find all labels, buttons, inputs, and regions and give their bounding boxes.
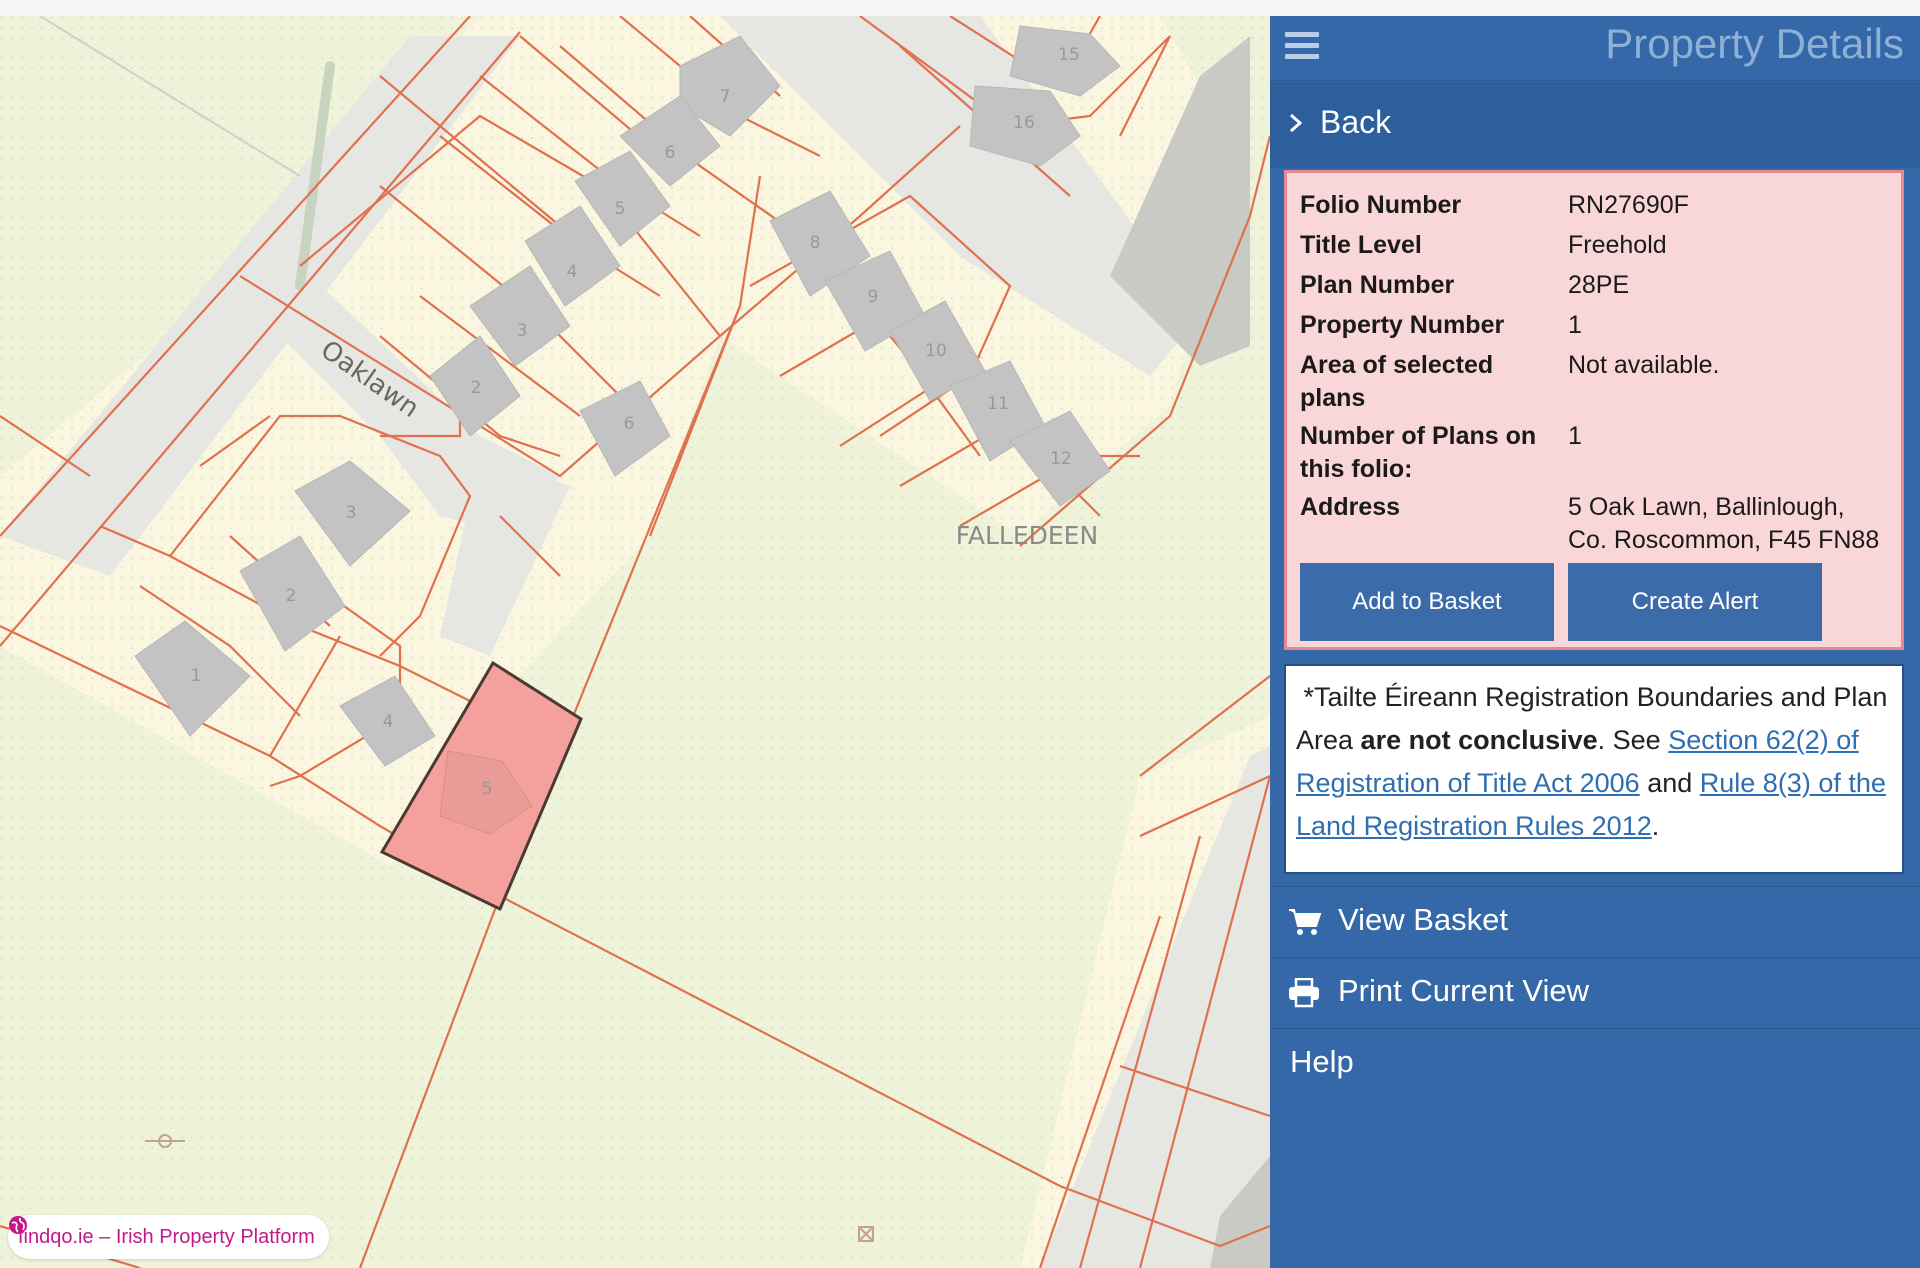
house-number: 6 bbox=[665, 143, 676, 163]
property-details-panel: Property Details Back Folio Number RN276… bbox=[1270, 16, 1920, 1268]
disclaimer-bold: are not conclusive bbox=[1360, 725, 1598, 755]
house-number: 11 bbox=[987, 394, 1009, 414]
area-label: Area of selected plans bbox=[1300, 351, 1494, 412]
house-number: 5 bbox=[482, 779, 493, 799]
back-label: Back bbox=[1320, 104, 1392, 140]
house-number: 2 bbox=[286, 586, 297, 606]
brand-badge[interactable]: findqo.ie – Irish Property Platform bbox=[8, 1215, 329, 1259]
house-number: 10 bbox=[925, 341, 947, 361]
top-bar bbox=[0, 0, 1920, 17]
print-view-button[interactable]: Print Current View bbox=[1270, 957, 1920, 1028]
disclaimer-text: . See bbox=[1597, 725, 1669, 755]
property-number-value: 1 bbox=[1568, 311, 1582, 339]
menu-icon[interactable] bbox=[1282, 26, 1322, 66]
address-label: Address bbox=[1300, 493, 1401, 521]
house-number: 15 bbox=[1058, 45, 1080, 65]
property-number-label: Property Number bbox=[1300, 311, 1505, 339]
house-number: 3 bbox=[517, 321, 528, 341]
title-level-label: Title Level bbox=[1300, 231, 1422, 259]
add-to-basket-button[interactable]: Add to Basket bbox=[1300, 563, 1554, 641]
disclaimer-text: and bbox=[1639, 768, 1700, 798]
house-number: 12 bbox=[1050, 449, 1072, 469]
map-view[interactable]: 15 16 7 6 5 4 3 2 8 9 10 11 12 6 3 2 1 4… bbox=[0, 16, 1270, 1268]
house-number: 6 bbox=[624, 414, 635, 434]
plan-number-label: Plan Number bbox=[1300, 271, 1455, 299]
chevron-right-icon bbox=[1290, 113, 1303, 133]
back-button[interactable]: Back bbox=[1270, 82, 1920, 168]
area-label: FALLEDEEN bbox=[956, 521, 1098, 550]
address-value: 5 Oak Lawn, Ballinlough, Co. Roscommon, … bbox=[1568, 493, 1880, 554]
print-icon bbox=[1289, 978, 1319, 1008]
help-label: Help bbox=[1290, 1044, 1354, 1079]
panel-title: Property Details bbox=[1605, 20, 1904, 67]
folio-number-value: RN27690F bbox=[1568, 191, 1689, 219]
number-of-plans-value: 1 bbox=[1568, 422, 1582, 450]
cart-icon bbox=[1289, 909, 1322, 935]
house-number: 3 bbox=[346, 503, 357, 523]
folio-number-label: Folio Number bbox=[1300, 191, 1462, 219]
house-number: 4 bbox=[383, 712, 394, 732]
house-number: 7 bbox=[720, 87, 731, 107]
number-of-plans-label: Number of Plans on this folio: bbox=[1300, 422, 1537, 483]
area-value: Not available. bbox=[1568, 351, 1720, 379]
print-view-label: Print Current View bbox=[1338, 973, 1589, 1008]
brand-text: findqo.ie – Irish Property Platform bbox=[18, 1225, 315, 1248]
house-number: 4 bbox=[567, 262, 578, 282]
create-alert-button[interactable]: Create Alert bbox=[1568, 563, 1822, 641]
house-number: 9 bbox=[868, 287, 879, 307]
title-level-value: Freehold bbox=[1568, 231, 1667, 259]
map-canvas[interactable]: 15 16 7 6 5 4 3 2 8 9 10 11 12 6 3 2 1 4… bbox=[0, 16, 1270, 1268]
globe-icon bbox=[9, 1216, 27, 1234]
plan-number-value: 28PE bbox=[1568, 271, 1630, 299]
house-number: 8 bbox=[810, 233, 821, 253]
view-basket-button[interactable]: View Basket bbox=[1270, 886, 1920, 957]
house-number: 16 bbox=[1013, 113, 1035, 133]
house-number: 5 bbox=[615, 199, 626, 219]
house-number: 1 bbox=[191, 666, 202, 686]
view-basket-label: View Basket bbox=[1338, 902, 1509, 937]
panel-header: Property Details bbox=[1270, 16, 1920, 81]
disclaimer-text: . bbox=[1651, 811, 1660, 841]
house-number: 2 bbox=[471, 378, 482, 398]
disclaimer-box: *Tailte Éireann Registration Boundaries … bbox=[1284, 664, 1904, 874]
property-details-card: Folio Number RN27690F Title Level Freeho… bbox=[1284, 170, 1904, 650]
help-button[interactable]: Help bbox=[1270, 1028, 1920, 1099]
